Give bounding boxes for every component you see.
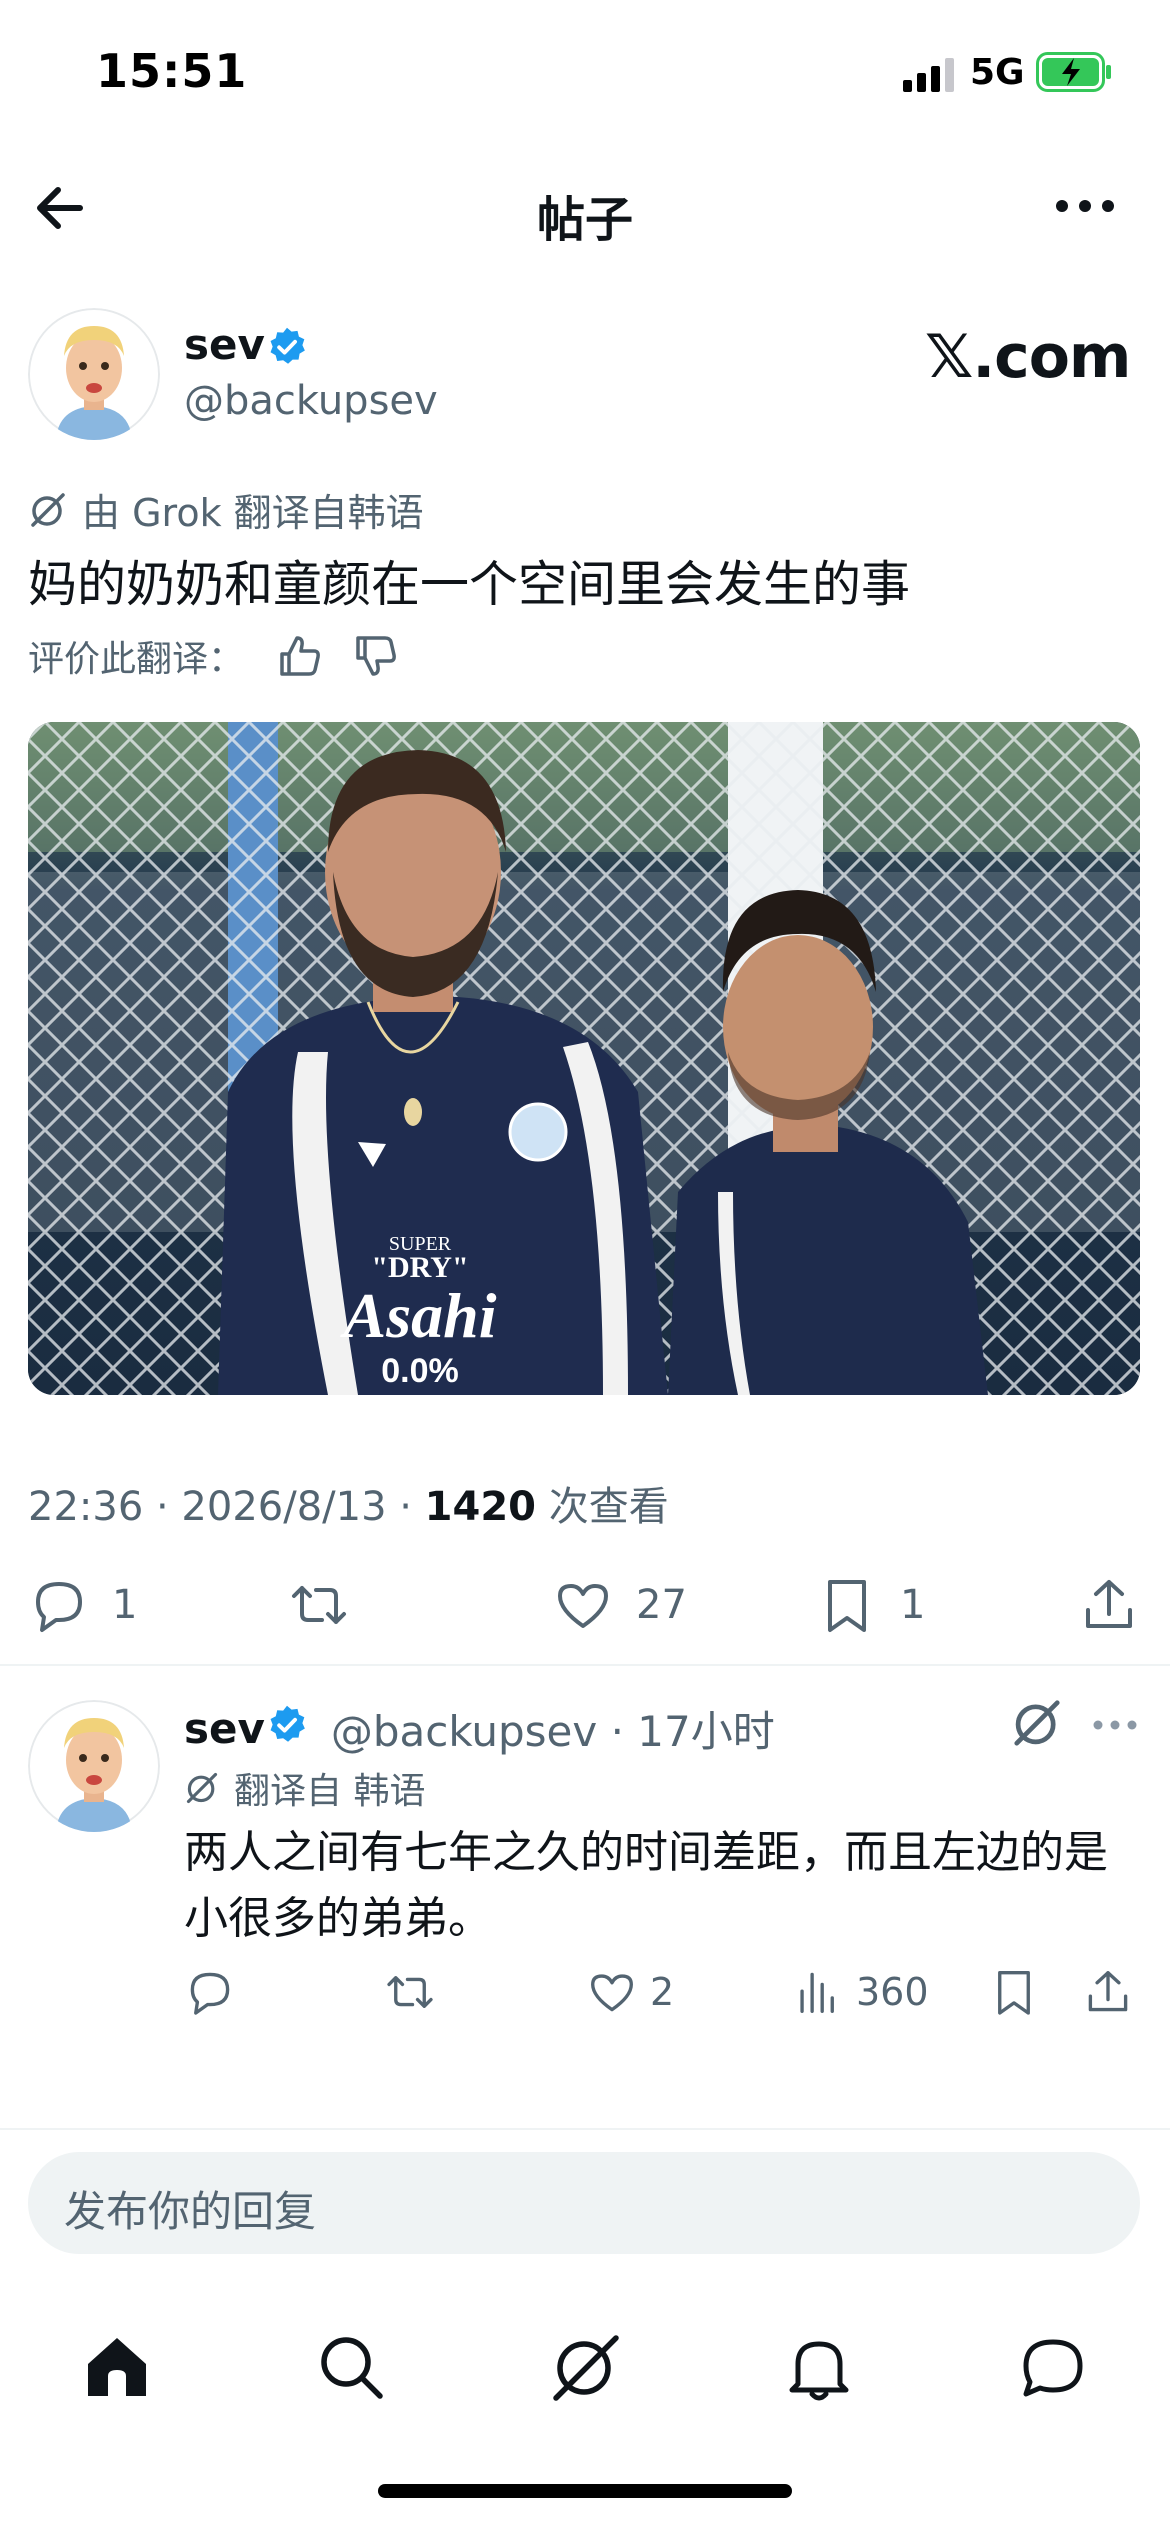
- like-icon: [558, 1584, 608, 1628]
- signal-icon: [903, 58, 954, 92]
- author-handle[interactable]: @backupsev: [184, 378, 438, 424]
- reply-translation-notice: 翻译自 韩语: [184, 1762, 425, 1814]
- author-name[interactable]: sev: [184, 320, 265, 369]
- reply-share-button[interactable]: [1082, 1966, 1134, 2018]
- home-indicator: [378, 2484, 792, 2498]
- bookmark-icon: [998, 1971, 1030, 2015]
- jersey-text-brand: Asahi: [340, 1280, 497, 1351]
- repost-button[interactable]: [288, 1574, 350, 1636]
- thumbs-down-icon[interactable]: [352, 632, 400, 680]
- network-type: 5G: [970, 52, 1025, 93]
- view-label: 次查看: [536, 1484, 669, 1530]
- reply-like-button[interactable]: 2: [586, 1966, 674, 2018]
- reply-view-count: 360: [856, 1970, 929, 2014]
- battery-icon: [1036, 52, 1111, 92]
- reply-like-count: 2: [650, 1970, 675, 2014]
- view-count: 1420: [424, 1484, 536, 1530]
- bookmark-icon: [828, 1580, 866, 1632]
- reply-reply-button[interactable]: [184, 1966, 236, 2018]
- share-button[interactable]: [1078, 1574, 1140, 1636]
- notifications-icon[interactable]: [782, 2330, 856, 2404]
- verified-icon: [270, 327, 305, 364]
- reply-author-name[interactable]: sev: [184, 1704, 265, 1753]
- reply-views-button[interactable]: 360: [792, 1966, 929, 2018]
- home-icon[interactable]: [80, 2330, 154, 2404]
- grok-tab-icon[interactable]: [548, 2330, 622, 2404]
- jersey-text-abv: 0.0%: [381, 1352, 459, 1390]
- post-actions: 1 27 1: [0, 1560, 1170, 1644]
- like-button[interactable]: 27: [552, 1574, 687, 1636]
- x-com-watermark: 𝕏.com: [925, 322, 1131, 392]
- reply-text: 两人之间有七年之久的时间差距，而且左边的是小很多的弟弟。: [184, 1827, 1108, 1944]
- post-media-image[interactable]: SUPER "DRY" Asahi 0.0%: [28, 722, 1140, 1395]
- bookmark-count: 1: [900, 1582, 926, 1628]
- translation-notice: 由 Grok 翻译自韩语: [28, 482, 424, 537]
- reply-actions: 2 360: [0, 1960, 1170, 2030]
- top-bar: 帖子: [0, 150, 1170, 265]
- messages-icon[interactable]: [1016, 2330, 1090, 2404]
- share-icon: [1086, 1580, 1132, 1628]
- reply-button[interactable]: 1: [28, 1574, 137, 1636]
- reply-author-handle[interactable]: @backupsev · 17小时: [331, 1698, 775, 1759]
- views-icon: [800, 1972, 834, 2013]
- reply-repost-button[interactable]: [384, 1966, 436, 2018]
- reply-avatar[interactable]: [28, 1700, 160, 1832]
- translation-label: 由 Grok 翻译自韩语: [82, 491, 424, 535]
- like-icon: [591, 1974, 633, 2012]
- reply-translation-label: 翻译自 韩语: [234, 1771, 426, 1812]
- repost-icon: [292, 1586, 346, 1624]
- rate-label: 评价此翻译：: [28, 639, 245, 680]
- grok-icon: [186, 1772, 218, 1804]
- avatar[interactable]: [28, 308, 160, 440]
- divider: [0, 2128, 1170, 2130]
- search-icon[interactable]: [314, 2330, 388, 2404]
- divider: [0, 1664, 1170, 1666]
- thumbs-up-icon[interactable]: [276, 632, 324, 680]
- grok-icon: [31, 492, 65, 527]
- like-count: 27: [636, 1582, 687, 1628]
- page-title: 帖子: [536, 192, 633, 248]
- status-time: 15:51: [96, 44, 248, 98]
- more-icon[interactable]: [1090, 1710, 1140, 1740]
- reply-icon: [36, 1582, 82, 1632]
- verified-icon: [270, 1705, 305, 1742]
- reply-icon: [190, 1972, 230, 2015]
- post-text: 妈的奶奶和童颜在一个空间里会发生的事: [28, 556, 911, 613]
- bottom-tab-bar: [0, 2300, 1170, 2440]
- reply-count: 1: [112, 1582, 138, 1628]
- post-timestamp: 22:36 · 2026/8/13 ·: [28, 1484, 425, 1530]
- reply-input[interactable]: 发布你的回复: [28, 2152, 1140, 2254]
- repost-icon: [387, 1976, 433, 2008]
- bookmark-button[interactable]: 1: [816, 1574, 925, 1636]
- photo-two-goalkeepers: SUPER "DRY" Asahi 0.0%: [28, 722, 1140, 1395]
- share-icon: [1088, 1971, 1128, 2012]
- status-bar: 15:51 5G: [0, 0, 1170, 150]
- more-icon[interactable]: [1050, 176, 1120, 236]
- rate-translation: 评价此翻译：: [28, 630, 400, 682]
- grok-icon[interactable]: [1010, 1696, 1064, 1750]
- post-meta: 22:36 · 2026/8/13 · 1420 次查看: [28, 1474, 669, 1532]
- reply-bookmark-button[interactable]: [988, 1966, 1040, 2018]
